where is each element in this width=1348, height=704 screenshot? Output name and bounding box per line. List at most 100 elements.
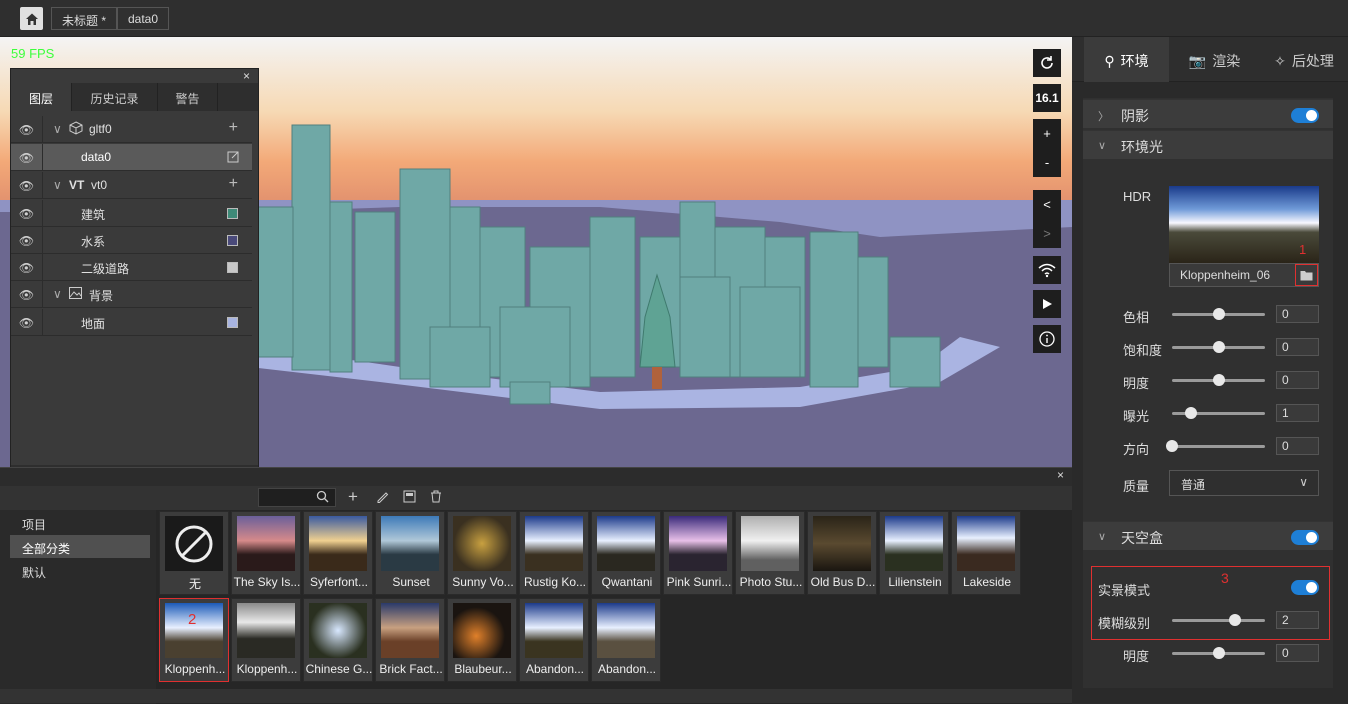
layer-row-vt0[interactable]: 👁 ∨ VT vt0 + — [11, 172, 252, 199]
eye-icon[interactable]: 👁 — [11, 200, 43, 227]
hdr-preview[interactable] — [1169, 186, 1319, 263]
play-button[interactable] — [1033, 290, 1061, 318]
section-skybox[interactable]: ∨ 天空盒 — [1083, 521, 1333, 550]
search-icon[interactable] — [316, 490, 329, 506]
tab-environment[interactable]: ⚲ 环境 — [1084, 37, 1169, 82]
param-value[interactable]: 0 — [1276, 305, 1319, 323]
prev-button[interactable]: < — [1043, 190, 1051, 219]
eye-icon[interactable]: 👁 — [11, 227, 43, 254]
asset-item[interactable]: Blaubeur... — [447, 598, 517, 682]
blur-value[interactable]: 2 — [1276, 611, 1319, 629]
layer-row-ground[interactable]: 👁 地面 — [11, 309, 252, 336]
edit-icon[interactable] — [227, 150, 240, 166]
layer-row-water[interactable]: 👁 水系 — [11, 227, 252, 254]
asset-item[interactable]: Rustig Ko... — [519, 511, 589, 595]
eye-icon[interactable]: 👁 — [11, 144, 43, 171]
param-value[interactable]: 0 — [1276, 371, 1319, 389]
param-value[interactable]: 0 — [1276, 338, 1319, 356]
eye-icon[interactable]: 👁 — [11, 281, 43, 308]
shadow-toggle[interactable] — [1291, 108, 1319, 123]
asset-item[interactable]: Lilienstein — [879, 511, 949, 595]
eye-icon[interactable]: 👁 — [11, 309, 43, 336]
add-icon[interactable]: + — [229, 175, 238, 193]
asset-item[interactable]: Qwantani — [591, 511, 661, 595]
tab-layers[interactable]: 图层 — [11, 83, 72, 111]
asset-item[interactable]: Syferfont... — [303, 511, 373, 595]
signal-button[interactable] — [1033, 256, 1061, 284]
zoom-out-button[interactable]: - — [1045, 148, 1049, 177]
blur-slider[interactable] — [1172, 614, 1265, 626]
add-icon[interactable]: + — [348, 487, 358, 507]
param-slider[interactable] — [1172, 374, 1265, 386]
asset-item[interactable]: Pink Sunri... — [663, 511, 733, 595]
param-slider[interactable] — [1172, 308, 1265, 320]
brightness-slider[interactable] — [1172, 647, 1265, 659]
asset-item[interactable]: Chinese G... — [303, 598, 373, 682]
layer-row-data0[interactable]: 👁 data0 — [11, 144, 252, 171]
quality-select[interactable]: 普通 ∨ — [1169, 470, 1319, 496]
slider-knob[interactable] — [1212, 308, 1225, 320]
color-swatch[interactable] — [227, 262, 238, 273]
asset-item[interactable]: Lakeside — [951, 511, 1021, 595]
layer-row-buildings[interactable]: 👁 建筑 — [11, 200, 252, 227]
asset-item[interactable]: Abandon... — [519, 598, 589, 682]
asset-item[interactable]: Sunset — [375, 511, 445, 595]
param-value[interactable]: 0 — [1276, 437, 1319, 455]
info-button[interactable] — [1033, 325, 1061, 353]
asset-item[interactable]: Photo Stu... — [735, 511, 805, 595]
asset-none[interactable]: 无 — [159, 511, 229, 595]
trash-icon[interactable] — [430, 490, 442, 506]
asset-item[interactable]: Old Bus D... — [807, 511, 877, 595]
slider-knob[interactable] — [1184, 407, 1197, 419]
close-icon[interactable]: × — [1057, 468, 1064, 482]
color-swatch[interactable] — [227, 235, 238, 246]
slider-knob[interactable] — [1212, 647, 1225, 659]
layer-row-background[interactable]: 👁 ∨ 背景 — [11, 281, 252, 308]
param-value[interactable]: 1 — [1276, 404, 1319, 422]
open-folder-button[interactable] — [1295, 264, 1318, 286]
asset-item[interactable]: Abandon... — [591, 598, 661, 682]
eye-icon[interactable]: 👁 — [11, 254, 43, 281]
chevron-down-icon[interactable]: ∨ — [53, 287, 62, 301]
asset-item[interactable]: Brick Fact... — [375, 598, 445, 682]
category-item[interactable]: 默认 — [22, 564, 46, 581]
add-icon[interactable]: + — [229, 119, 238, 137]
chevron-down-icon[interactable]: ∨ — [53, 122, 62, 136]
section-shadow[interactable]: 〉 阴影 — [1083, 99, 1333, 128]
asset-item[interactable]: Kloppenh... — [231, 598, 301, 682]
skybox-toggle[interactable] — [1291, 530, 1319, 545]
next-button[interactable]: > — [1043, 219, 1051, 248]
category-item-selected[interactable]: 全部分类 — [10, 535, 150, 558]
param-slider[interactable] — [1166, 440, 1265, 452]
breadcrumb-project[interactable]: 未标题 * — [51, 7, 118, 30]
realmode-toggle[interactable] — [1291, 580, 1319, 595]
tab-postprocess[interactable]: ✧ 后处理 — [1260, 37, 1348, 82]
category-item[interactable]: 项目 — [22, 516, 46, 533]
home-button[interactable] — [20, 7, 43, 30]
slider-knob[interactable] — [1212, 341, 1225, 353]
brightness-value[interactable]: 0 — [1276, 644, 1319, 662]
refresh-button[interactable] — [1033, 49, 1061, 77]
layer-row-gltf0[interactable]: 👁 ∨ gltf0 + — [11, 116, 252, 143]
zoom-in-button[interactable]: + — [1043, 119, 1051, 148]
param-slider[interactable] — [1172, 341, 1265, 353]
tab-warnings[interactable]: 警告 — [158, 83, 218, 111]
asset-item-selected[interactable]: 2 Kloppenh... — [159, 598, 229, 682]
eye-icon[interactable]: 👁 — [11, 116, 43, 143]
chevron-down-icon[interactable]: ∨ — [53, 178, 62, 192]
export-icon[interactable] — [403, 490, 416, 506]
breadcrumb-item[interactable]: data0 — [117, 7, 170, 30]
asset-item[interactable]: Sunny Vo... — [447, 511, 517, 595]
eye-icon[interactable]: 👁 — [11, 172, 43, 199]
color-swatch[interactable] — [227, 208, 238, 219]
edit-icon[interactable] — [376, 490, 389, 506]
tab-history[interactable]: 历史记录 — [72, 83, 158, 111]
layer-row-roads[interactable]: 👁 二级道路 — [11, 254, 252, 281]
section-ambient[interactable]: ∨ 环境光 — [1083, 130, 1333, 159]
slider-knob[interactable] — [1212, 374, 1225, 386]
asset-item[interactable]: The Sky Is... — [231, 511, 301, 595]
slider-knob[interactable] — [1166, 440, 1178, 452]
color-swatch[interactable] — [227, 317, 238, 328]
param-slider[interactable] — [1172, 407, 1265, 419]
close-icon[interactable]: × — [243, 69, 250, 83]
